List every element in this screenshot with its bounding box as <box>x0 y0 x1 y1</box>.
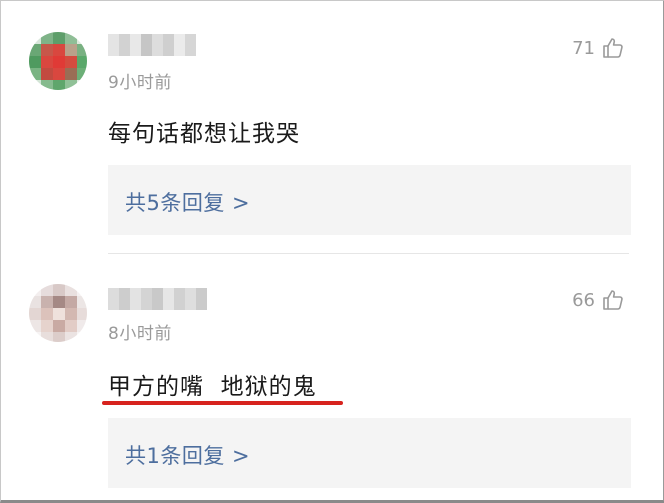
like-button[interactable]: 66 <box>572 288 625 312</box>
avatar[interactable] <box>29 284 87 342</box>
thumbs-up-icon <box>603 38 623 58</box>
view-replies-link[interactable]: 共1条回复 > <box>125 440 250 470</box>
like-button[interactable]: 71 <box>572 36 625 60</box>
like-count: 66 <box>572 289 595 311</box>
thumbs-up-icon <box>603 290 623 310</box>
comment-item: 9小时前 71 每句话都想让我哭 共5条回复 > <box>1 1 663 253</box>
reply-summary-box[interactable]: 共1条回复 > <box>108 418 631 488</box>
username-pixelated[interactable] <box>108 288 207 310</box>
comment-time: 9小时前 <box>108 73 172 93</box>
comment-time: 8小时前 <box>108 324 172 344</box>
username-pixelated[interactable] <box>108 34 196 56</box>
comment-list: 9小时前 71 每句话都想让我哭 共5条回复 > 8小时前 66 甲方的嘴 地狱… <box>0 0 664 503</box>
red-underline-annotation <box>102 401 343 405</box>
view-replies-link[interactable]: 共5条回复 > <box>125 187 250 217</box>
comment-text: 甲方的嘴 地狱的鬼 <box>108 374 317 400</box>
comment-item: 8小时前 66 甲方的嘴 地狱的鬼 共1条回复 > <box>1 254 663 500</box>
avatar[interactable] <box>29 32 87 90</box>
reply-summary-box[interactable]: 共5条回复 > <box>108 165 631 235</box>
like-count: 71 <box>572 37 595 59</box>
comment-text: 每句话都想让我哭 <box>108 121 300 147</box>
